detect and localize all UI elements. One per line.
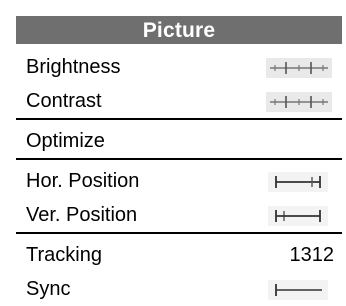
menu-item-label: Brightness <box>26 56 121 78</box>
section-divider <box>16 118 342 120</box>
vertical-position-icon <box>268 206 328 226</box>
section-divider <box>16 232 342 234</box>
menu-item-optimize[interactable]: Optimize <box>16 124 342 158</box>
picture-menu: Picture Brightness Contrast Optimize Hor… <box>16 16 342 304</box>
menu-item-label: Tracking <box>26 244 102 266</box>
menu-item-label: Optimize <box>26 130 105 152</box>
menu-item-ver-position[interactable]: Ver. Position <box>16 198 342 232</box>
menu-item-contrast[interactable]: Contrast <box>16 84 342 118</box>
horizontal-position-icon <box>268 172 328 192</box>
menu-title: Picture <box>16 16 342 44</box>
menu-item-label: Hor. Position <box>26 170 140 192</box>
menu-item-label: Sync <box>26 278 71 300</box>
section-divider <box>16 158 342 160</box>
menu-item-sync[interactable]: Sync <box>16 272 342 306</box>
tracking-value: 1312 <box>289 244 335 266</box>
menu-item-tracking[interactable]: Tracking 1312 <box>16 238 342 272</box>
contrast-slider-icon <box>266 92 332 112</box>
menu-item-label: Contrast <box>26 90 102 112</box>
menu-item-hor-position[interactable]: Hor. Position <box>16 164 342 198</box>
brightness-slider-icon <box>266 58 332 78</box>
sync-icon <box>268 280 328 300</box>
menu-item-label: Ver. Position <box>26 204 138 226</box>
menu-item-brightness[interactable]: Brightness <box>16 50 342 84</box>
